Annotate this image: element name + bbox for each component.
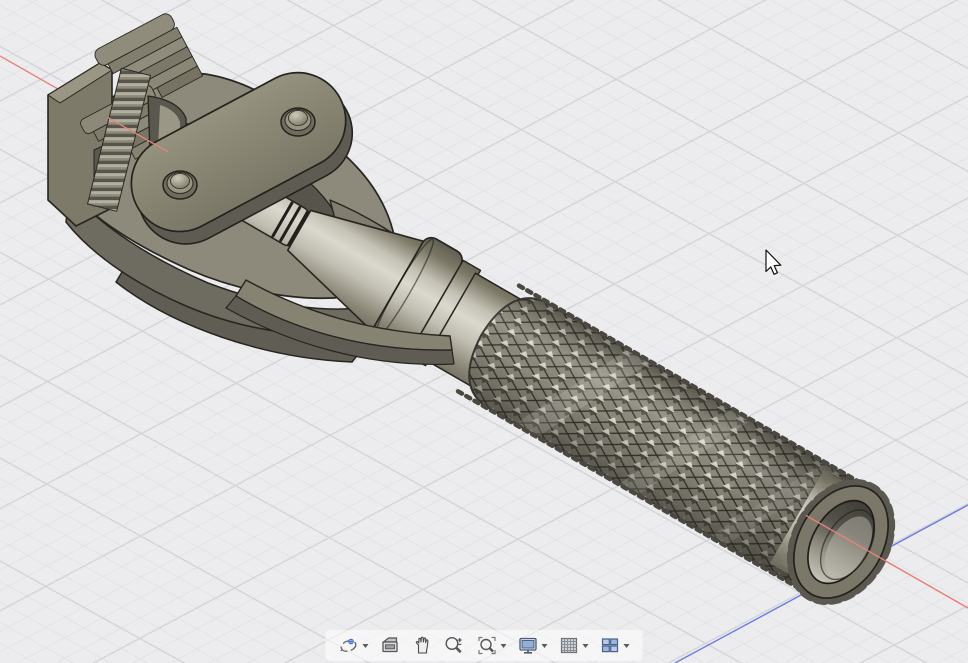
grid-icon — [560, 637, 578, 654]
orbit-icon — [339, 638, 357, 652]
model-scene — [0, 11, 968, 663]
rivet-pin[interactable] — [162, 170, 198, 200]
navigation-toolbar — [325, 630, 643, 661]
look-at-button[interactable] — [377, 633, 404, 658]
viewport-canvas[interactable] — [0, 0, 968, 663]
orbit-button[interactable] — [336, 633, 372, 658]
grid-dropdown-caret[interactable] — [582, 643, 589, 648]
grid-and-snaps-button[interactable] — [556, 633, 592, 658]
pan-icon — [415, 636, 429, 654]
viewports-button[interactable] — [597, 633, 633, 658]
model-hand-vise[interactable] — [47, 11, 908, 615]
display-settings-button[interactable] — [515, 633, 551, 658]
pan-button[interactable] — [409, 633, 436, 658]
mouse-cursor — [765, 249, 782, 275]
display-settings-icon — [519, 637, 537, 654]
zoom-button[interactable] — [441, 633, 469, 658]
fit-icon — [478, 636, 496, 655]
zoom-icon — [445, 636, 462, 654]
fit-dropdown-caret[interactable] — [500, 643, 507, 648]
look-at-icon — [381, 637, 398, 653]
fit-button[interactable] — [474, 633, 510, 658]
viewports-icon — [601, 638, 619, 653]
rivet-pin[interactable] — [280, 107, 316, 137]
viewports-dropdown-caret[interactable] — [623, 643, 630, 648]
orbit-dropdown-caret[interactable] — [362, 643, 369, 648]
display-settings-dropdown-caret[interactable] — [541, 643, 548, 648]
